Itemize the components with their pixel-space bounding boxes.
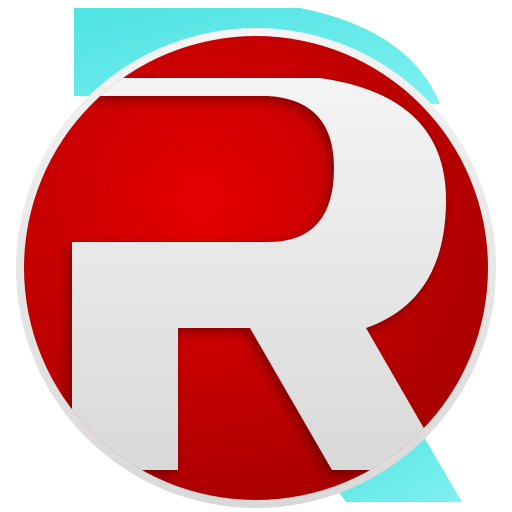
app-logo: [0, 0, 512, 512]
letter-r-logo-icon: [16, 8, 496, 508]
